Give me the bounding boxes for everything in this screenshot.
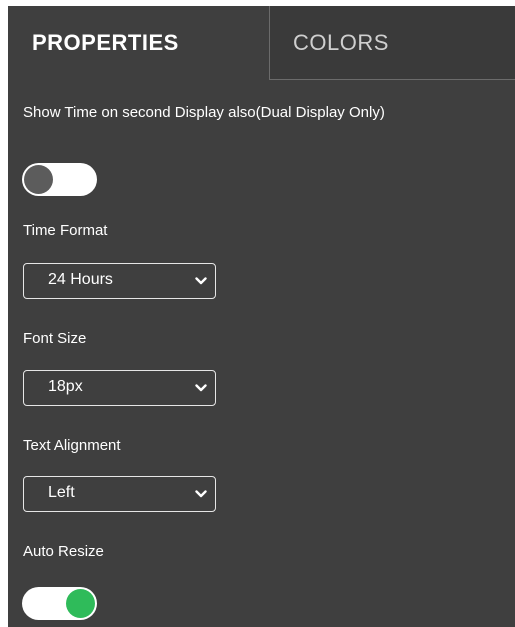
tab-colors-label: COLORS [293,29,389,55]
text-alignment-label: Text Alignment [23,437,121,454]
toggle-knob [24,165,53,194]
text-alignment-select[interactable]: Left [23,476,216,512]
chevron-down-icon [195,490,207,498]
text-alignment-value: Left [48,484,75,501]
font-size-label: Font Size [23,330,87,347]
auto-resize-label: Auto Resize [23,543,104,560]
time-format-select[interactable]: 24 Hours [23,263,216,299]
toggle-knob [66,589,95,618]
font-size-select[interactable]: 18px [23,370,216,406]
tab-properties-label: PROPERTIES [32,30,179,55]
tab-bar: PROPERTIES COLORS [8,6,515,80]
dual-display-toggle[interactable] [22,163,97,196]
chevron-down-icon [195,277,207,285]
tab-properties[interactable]: PROPERTIES [8,6,269,80]
dual-display-label: Show Time on second Display also(Dual Di… [23,104,385,121]
time-format-value: 24 Hours [48,271,113,288]
time-format-label: Time Format [23,222,108,239]
properties-panel: PROPERTIES COLORS Show Time on second Di… [8,6,515,627]
font-size-value: 18px [48,378,83,395]
tab-colors[interactable]: COLORS [269,6,515,80]
auto-resize-toggle[interactable] [22,587,97,620]
chevron-down-icon [195,384,207,392]
